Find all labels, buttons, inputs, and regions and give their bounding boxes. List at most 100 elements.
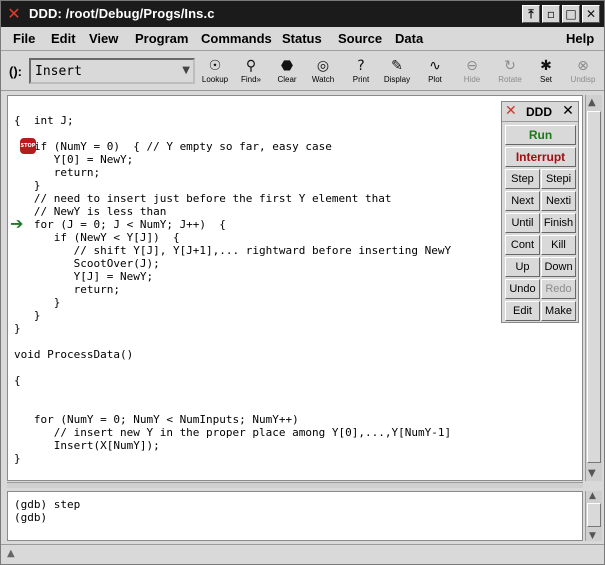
clear-button[interactable]: ⬣ Clear (269, 57, 305, 89)
maximize-icon[interactable]: □ (562, 5, 580, 23)
stepi-button[interactable]: Stepi (541, 169, 576, 189)
source-line[interactable]: Insert(X[NumY]); (14, 439, 160, 452)
menu-view[interactable]: View (89, 31, 118, 46)
nexti-button[interactable]: Nexti (541, 191, 576, 211)
kill-button[interactable]: Kill (541, 235, 576, 255)
argument-combobox[interactable]: ▼ (29, 58, 195, 84)
print-button[interactable]: ? Print (343, 57, 379, 89)
status-history-icon[interactable]: ▲ (7, 548, 15, 559)
finish-button[interactable]: Finish (541, 213, 576, 233)
source-line[interactable]: { int J; (14, 114, 74, 127)
display-button[interactable]: ✎ Display (379, 57, 415, 89)
gdb-console[interactable]: (gdb) step (gdb) (7, 491, 583, 541)
breakpoint-stop-icon[interactable]: STOP (20, 138, 36, 154)
interrupt-button[interactable]: Interrupt (505, 147, 576, 167)
title-bar[interactable]: ✕ DDD: /root/Debug/Progs/Ins.c ⤒ ▫ □ ✕ (1, 1, 604, 27)
watch-icon: ◎ (316, 58, 330, 74)
menu-commands[interactable]: Commands (201, 31, 272, 46)
undo-button[interactable]: Undo (505, 279, 540, 299)
set-button[interactable]: ✱ Set (528, 57, 564, 89)
x-logo-icon: ✕ (505, 103, 517, 119)
command-tool-title: DDD (526, 105, 552, 119)
source-line[interactable]: // shift Y[J], Y[J+1],... rightward befo… (14, 244, 452, 257)
execution-arrow-icon[interactable]: ➔ (10, 216, 26, 232)
undisp-icon: ⊗ (577, 58, 589, 74)
restore-icon[interactable]: ▫ (542, 5, 560, 23)
print-icon: ? (357, 58, 365, 74)
lookup-button[interactable]: ☉ Lookup (197, 57, 233, 89)
menu-help[interactable]: Help (566, 31, 594, 46)
set-icon: ✱ (540, 58, 552, 74)
pane-sash[interactable] (7, 482, 583, 488)
source-line[interactable]: { (14, 374, 21, 387)
source-line[interactable]: Y[0] = NewY; (14, 153, 133, 166)
console-scrollbar[interactable]: ▲ ▼ (585, 491, 602, 541)
source-line[interactable]: } (14, 296, 61, 309)
source-line[interactable]: return; (14, 283, 120, 296)
close-icon[interactable]: ✕ (560, 103, 576, 119)
source-line[interactable]: return; (14, 166, 100, 179)
source-line[interactable]: } (14, 452, 21, 465)
menu-file[interactable]: File (13, 31, 35, 46)
find-button[interactable]: ⚲ Find» (233, 57, 269, 89)
make-button[interactable]: Make (541, 301, 576, 321)
source-line[interactable]: void ProcessData() (14, 348, 133, 361)
hide-button[interactable]: ⊖ Hide (454, 57, 490, 89)
redo-button[interactable]: Redo (541, 279, 576, 299)
scroll-down-icon[interactable]: ▼ (588, 468, 596, 479)
source-line[interactable]: // NewY is less than (14, 205, 166, 218)
menu-bar: File Edit View Program Commands Status S… (1, 27, 604, 51)
source-line[interactable]: if (NewY < Y[J]) { (14, 231, 180, 244)
source-line[interactable]: // need to insert just before the first … (14, 192, 392, 205)
step-button[interactable]: Step (505, 169, 540, 189)
run-button[interactable]: Run (505, 125, 576, 145)
source-window[interactable]: { int J; if (NumY = 0) { // Y empty so f… (7, 95, 583, 481)
source-line[interactable]: if (NumY = 0) { // Y empty so far, easy … (14, 140, 332, 153)
source-line[interactable]: } (14, 322, 21, 335)
source-line[interactable]: for (J = 0; J < NumY; J++) { (14, 218, 226, 231)
source-line[interactable]: // insert new Y in the proper place amon… (14, 426, 451, 439)
stop-icon: ⬣ (280, 58, 294, 74)
lookup-icon: ☉ (208, 58, 222, 74)
edit-button[interactable]: Edit (505, 301, 540, 321)
cont-button[interactable]: Cont (505, 235, 540, 255)
watch-button[interactable]: ◎ Watch (305, 57, 341, 89)
command-tool-titlebar[interactable]: ✕ DDD ✕ (502, 102, 578, 122)
argument-label: (): (9, 64, 22, 79)
menu-data[interactable]: Data (395, 31, 423, 46)
menu-edit[interactable]: Edit (51, 31, 76, 46)
display-icon: ✎ (391, 58, 403, 74)
console-scroll-thumb[interactable] (587, 503, 601, 527)
pin-icon[interactable]: ⤒ (522, 5, 540, 23)
source-line[interactable]: Y[J] = NewY; (14, 270, 153, 283)
menu-status[interactable]: Status (282, 31, 322, 46)
down-button[interactable]: Down (541, 257, 576, 277)
up-button[interactable]: Up (505, 257, 540, 277)
plot-button[interactable]: ∿ Plot (417, 57, 453, 89)
close-icon[interactable]: ✕ (582, 5, 600, 23)
source-scrollbar[interactable]: ▲ ▼ (585, 95, 602, 481)
chevron-down-icon[interactable]: ▼ (182, 65, 190, 76)
undisp-button[interactable]: ⊗ Undisp (565, 57, 601, 89)
scroll-up-icon[interactable]: ▲ (589, 491, 596, 501)
source-line[interactable]: for (NumY = 0; NumY < NumInputs; NumY++) (14, 413, 299, 426)
window-title: DDD: /root/Debug/Progs/Ins.c (29, 6, 215, 21)
next-button[interactable]: Next (505, 191, 540, 211)
until-button[interactable]: Until (505, 213, 540, 233)
menu-program[interactable]: Program (135, 31, 188, 46)
source-line[interactable]: } (14, 179, 41, 192)
rotate-button[interactable]: ↻ Rotate (492, 57, 528, 89)
hide-icon: ⊖ (466, 58, 478, 74)
argument-input[interactable] (33, 62, 179, 80)
source-line[interactable]: ScootOver(J); (14, 257, 160, 270)
rotate-icon: ↻ (504, 58, 516, 74)
binoculars-icon: ⚲ (245, 58, 257, 74)
source-scroll-thumb[interactable] (587, 111, 601, 463)
ddd-window: ✕ DDD: /root/Debug/Progs/Ins.c ⤒ ▫ □ ✕ F… (0, 0, 605, 565)
scroll-up-icon[interactable]: ▲ (588, 97, 596, 108)
x-logo-icon[interactable]: ✕ (5, 5, 23, 23)
menu-source[interactable]: Source (338, 31, 382, 46)
plot-icon: ∿ (429, 58, 441, 74)
scroll-down-icon[interactable]: ▼ (589, 531, 596, 541)
source-line[interactable]: } (14, 309, 41, 322)
